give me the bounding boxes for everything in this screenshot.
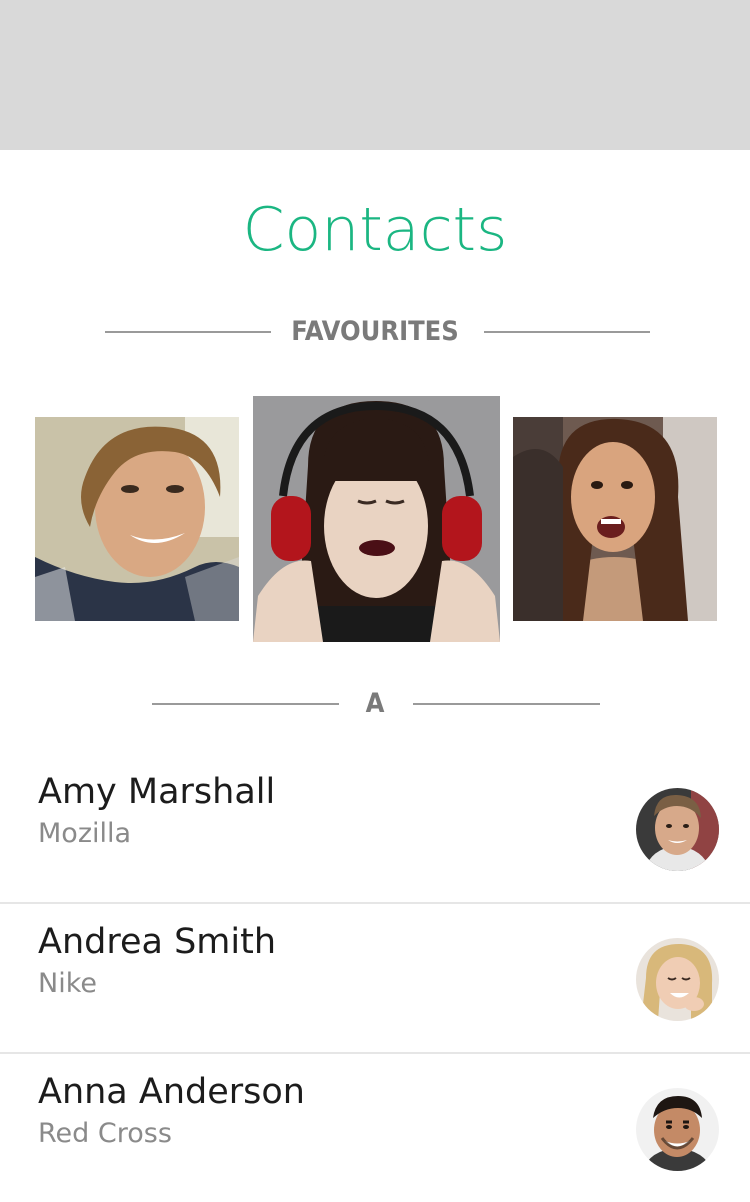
section-header-a: A: [0, 684, 750, 724]
avatar: [636, 1088, 719, 1171]
contact-name: Amy Marshall: [38, 772, 276, 812]
favourite-photo-1[interactable]: [35, 417, 239, 621]
avatar: [636, 788, 719, 871]
contact-name: Anna Anderson: [38, 1072, 305, 1112]
section-letter: A: [365, 688, 385, 719]
page-title: Contacts: [242, 195, 508, 265]
favourite-photo-2[interactable]: [253, 396, 500, 642]
status-bar: [0, 0, 750, 150]
contact-row[interactable]: Amy Marshall Mozilla: [0, 754, 750, 902]
divider-line: [413, 703, 600, 705]
contact-row[interactable]: Anna Anderson Red Cross: [0, 1054, 750, 1202]
contact-name: Andrea Smith: [38, 922, 277, 962]
contact-company: Red Cross: [38, 1118, 172, 1149]
contact-company: Mozilla: [38, 818, 132, 849]
contact-row[interactable]: Andrea Smith Nike: [0, 904, 750, 1052]
contact-company: Nike: [38, 968, 97, 999]
avatar: [636, 938, 719, 1021]
favourite-photo-3[interactable]: [513, 417, 717, 621]
divider-line: [484, 331, 650, 333]
favourites-header: FAVOURITES: [0, 312, 750, 352]
